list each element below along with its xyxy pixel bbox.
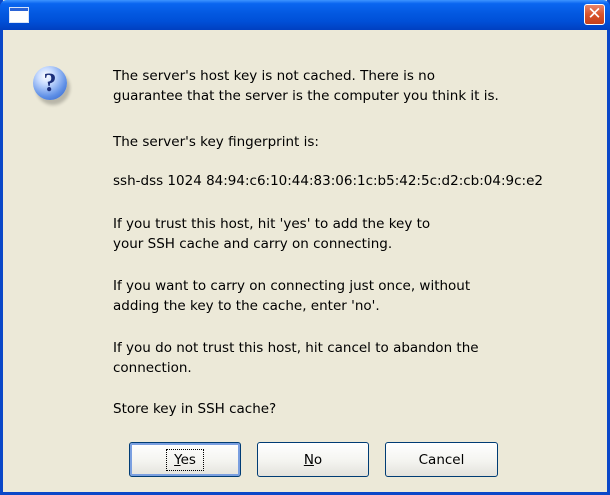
cancel-button[interactable]: Cancel	[385, 442, 498, 477]
window-icon[interactable]	[9, 7, 29, 23]
message-line-2: guarantee that the server is the compute…	[113, 88, 499, 104]
yes-button-label: Yes	[166, 448, 204, 471]
message-line-9: If you do not trust this host, hit cance…	[113, 340, 479, 356]
cancel-button-label: Cancel	[418, 451, 465, 468]
message-line-10: connection.	[113, 360, 192, 376]
no-button[interactable]: No	[257, 442, 369, 477]
message-line-1: The server's host key is not cached. The…	[113, 68, 435, 84]
message-line-7: If you want to carry on connecting just …	[113, 278, 471, 294]
message-line-6: your SSH cache and carry on connecting.	[113, 236, 393, 252]
yes-button[interactable]: Yes	[129, 442, 241, 477]
question-mark-glyph: ?	[43, 68, 57, 97]
title-bar[interactable]: ✕	[0, 0, 610, 30]
fingerprint-value: ssh-dss 1024 84:94:c6:10:44:83:06:1c:b5:…	[113, 173, 543, 189]
dialog-window: ✕ ? The server's host key is not cached.…	[0, 0, 610, 495]
no-button-label: No	[303, 451, 323, 468]
message-line-8: adding the key to the cache, enter 'no'.	[113, 298, 380, 314]
message-line-5: If you trust this host, hit 'yes' to add…	[113, 216, 431, 232]
fingerprint-heading: The server's key fingerprint is:	[113, 134, 319, 150]
question-icon: ?	[33, 66, 67, 100]
close-button[interactable]: ✕	[584, 4, 605, 25]
close-icon: ✕	[587, 4, 602, 24]
store-key-question: Store key in SSH cache?	[113, 401, 277, 417]
